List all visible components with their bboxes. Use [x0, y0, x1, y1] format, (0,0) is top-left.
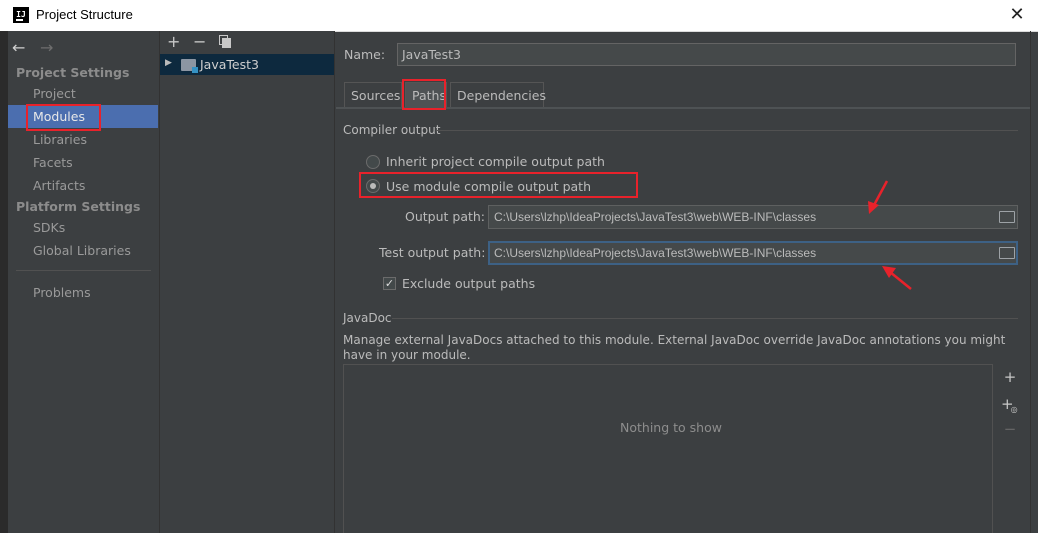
javadoc-list[interactable]	[343, 364, 993, 533]
annotation-arrow-output-path	[868, 180, 889, 214]
empty-list-text: Nothing to show	[620, 420, 722, 435]
add-javadoc-button[interactable]: +	[1001, 368, 1019, 386]
javadoc-section-title: JavaDoc	[343, 311, 392, 325]
remove-javadoc-button[interactable]: −	[1001, 420, 1019, 438]
section-divider	[392, 318, 1018, 319]
javadoc-description: Manage external JavaDocs attached to thi…	[343, 333, 1006, 362]
annotation-arrow-test-output-path	[882, 266, 912, 290]
add-javadoc-url-button[interactable]: +◎	[1001, 395, 1019, 414]
panel-border	[1030, 31, 1031, 533]
